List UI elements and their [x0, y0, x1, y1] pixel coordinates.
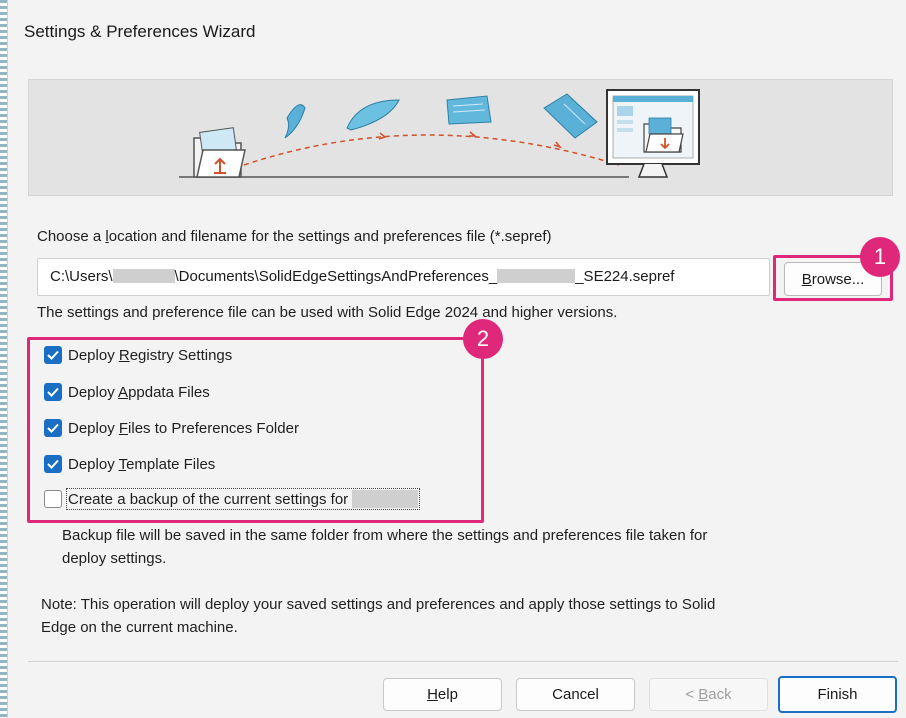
- option-label: Create a backup of the current settings …: [65, 488, 421, 510]
- redacted-username: [112, 269, 175, 283]
- option-label: Deploy Files to Preferences Folder: [68, 420, 299, 437]
- window-title: Settings & Preferences Wizard: [24, 22, 256, 41]
- checkmark-icon: [47, 387, 59, 397]
- option-label-hotkey: R: [118, 346, 130, 364]
- option-label-hotkey: F: [118, 419, 129, 437]
- option-label-post: egistry Settings: [129, 346, 233, 364]
- checkmark-icon: [47, 350, 59, 360]
- back-button[interactable]: < Back: [649, 678, 768, 711]
- banner-illustration: [179, 89, 700, 178]
- finish-button[interactable]: Finish: [778, 676, 897, 713]
- backup-note-line1: Backup file will be saved in the same fo…: [62, 527, 708, 544]
- checkbox-checked[interactable]: [44, 383, 62, 401]
- help-label: elp: [437, 686, 458, 703]
- flying-page-4: [543, 93, 598, 139]
- transfer-arc: [243, 134, 620, 166]
- file-path-text: C:\Users\ \Documents\SolidEdgeSettingsAnd…: [50, 268, 674, 285]
- option-deploy-template-files[interactable]: Deploy Template Files: [44, 452, 215, 476]
- flying-page-1: [284, 104, 306, 139]
- deploy-note-line2: Edge on the current machine.: [41, 619, 238, 636]
- back-hotkey: B: [698, 686, 709, 703]
- back-label: ack: [708, 686, 732, 703]
- option-label-post: iles to Preferences Folder: [128, 419, 299, 437]
- checkbox-checked[interactable]: [44, 419, 62, 437]
- checkbox-unchecked[interactable]: [44, 490, 62, 508]
- option-deploy-appdata-files[interactable]: Deploy Appdata Files: [44, 380, 210, 404]
- backup-note-line2: deploy settings.: [62, 550, 167, 567]
- folder-export-icon: [193, 127, 246, 178]
- file-path-part3: _SE224.sepref: [575, 268, 675, 285]
- location-prompt-post: ocation and filename for the settings an…: [108, 228, 552, 245]
- flying-page-2: [346, 99, 400, 131]
- option-label: Deploy Template Files: [68, 456, 215, 473]
- annotation-badge-2: 2: [463, 319, 503, 359]
- cancel-button[interactable]: Cancel: [516, 678, 635, 711]
- footer-separator: [28, 661, 898, 662]
- file-path-field[interactable]: C:\Users\ \Documents\SolidEdgeSettingsAnd…: [37, 258, 770, 296]
- option-label-hotkey: T: [118, 455, 127, 473]
- option-deploy-registry-settings[interactable]: Deploy Registry Settings: [44, 343, 232, 367]
- location-prompt-pre: Choose a: [37, 228, 106, 245]
- option-label-hotkey: A: [118, 383, 129, 401]
- option-label: Deploy Registry Settings: [68, 347, 232, 364]
- monitor-import-icon: [606, 89, 700, 178]
- wizard-window: Settings & Preferences Wizard Choose a l…: [7, 0, 906, 718]
- back-prefix: <: [685, 686, 699, 703]
- background-window-edge: [0, 0, 7, 718]
- file-path-part1: C:\Users\: [50, 268, 113, 285]
- checkmark-icon: [47, 459, 59, 469]
- option-label-pre: Create a backup of the current settings …: [68, 491, 353, 508]
- redacted-product-name: [352, 490, 419, 508]
- location-prompt: Choose a location and filename for the s…: [37, 228, 551, 245]
- wizard-banner: [28, 79, 893, 196]
- option-label-pre: Deploy: [68, 419, 119, 437]
- option-label-post: ppdata Files: [128, 383, 210, 401]
- deploy-note-line1: Note: This operation will deploy your sa…: [41, 596, 716, 613]
- checkbox-checked[interactable]: [44, 455, 62, 473]
- redacted-filename: [497, 269, 576, 283]
- checkbox-checked[interactable]: [44, 346, 62, 364]
- option-create-backup[interactable]: Create a backup of the current settings …: [44, 487, 421, 511]
- help-button[interactable]: Help: [383, 678, 502, 711]
- option-label-post: emplate Files: [126, 455, 216, 473]
- annotation-badge-1: 1: [860, 237, 900, 277]
- checkmark-icon: [47, 423, 59, 433]
- help-hotkey: H: [427, 686, 438, 703]
- file-path-part2: \Documents\SolidEdgeSettingsAndPreferenc…: [174, 268, 498, 285]
- option-label-pre: Deploy: [68, 346, 119, 364]
- option-label-pre: Deploy: [68, 455, 119, 473]
- flying-page-3: [446, 95, 492, 125]
- option-deploy-files-to-preferences-folder[interactable]: Deploy Files to Preferences Folder: [44, 416, 299, 440]
- compatibility-note: The settings and preference file can be …: [37, 304, 618, 321]
- option-label: Deploy Appdata Files: [68, 384, 210, 401]
- option-label-pre: Deploy: [68, 383, 119, 401]
